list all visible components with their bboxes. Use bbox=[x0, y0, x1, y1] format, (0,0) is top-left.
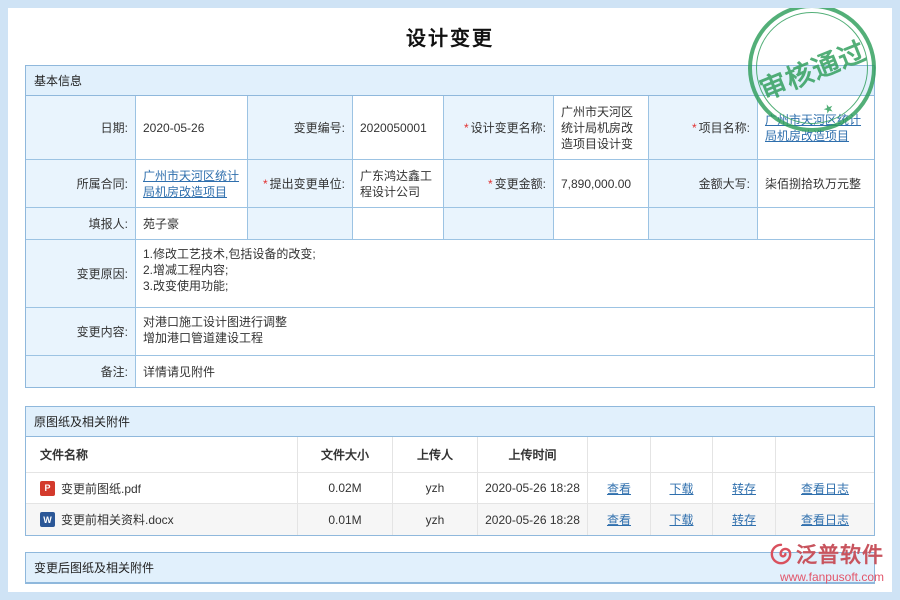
date-value: 2020-05-26 bbox=[136, 96, 248, 160]
empty-cell bbox=[554, 208, 649, 240]
project-name-value: 广州市天河区统计局机房改造项目 bbox=[758, 96, 874, 160]
change-unit-label: *提出变更单位: bbox=[248, 160, 353, 208]
main-panel: 设计变更 基本信息 日期: 2020-05-26 变更编号: 202005000… bbox=[8, 8, 892, 592]
empty-cell bbox=[758, 208, 874, 240]
change-reason-value: 1.修改工艺技术,包括设备的改变; 2.增减工程内容; 3.改变使用功能; bbox=[136, 240, 874, 308]
file-upload-time: 2020-05-26 18:28 bbox=[478, 473, 588, 504]
remark-label: 备注: bbox=[26, 356, 136, 387]
change-reason-label: 变更原因: bbox=[26, 240, 136, 308]
required-asterisk: * bbox=[263, 177, 268, 191]
col-action-4 bbox=[776, 437, 874, 473]
design-change-name-label: *设计变更名称: bbox=[444, 96, 554, 160]
save-as-link[interactable]: 转存 bbox=[732, 511, 756, 528]
word-file-icon: W bbox=[40, 512, 55, 527]
attachments-table: 文件名称 文件大小 上传人 上传时间 P 变更前图纸.pdf 0.02M yzh… bbox=[26, 437, 874, 535]
col-action-2 bbox=[651, 437, 713, 473]
design-change-name-value: 广州市天河区统计局机房改造项目设计变 bbox=[554, 96, 649, 160]
project-name-label: *项目名称: bbox=[649, 96, 758, 160]
file-uploader: yzh bbox=[393, 473, 478, 504]
remark-value: 详情请见附件 bbox=[136, 356, 874, 387]
empty-cell bbox=[248, 208, 353, 240]
change-unit-value: 广东鸿达鑫工程设计公司 bbox=[353, 160, 444, 208]
change-amount-value: 7,890,000.00 bbox=[554, 160, 649, 208]
contract-link[interactable]: 广州市天河区统计局机房改造项目 bbox=[143, 168, 240, 200]
download-link[interactable]: 下载 bbox=[669, 511, 693, 528]
col-action-3 bbox=[713, 437, 776, 473]
required-asterisk: * bbox=[464, 121, 469, 135]
download-link[interactable]: 下载 bbox=[669, 480, 693, 497]
basic-info-section-header: 基本信息 bbox=[26, 66, 874, 96]
table-row-file-name: P 变更前图纸.pdf bbox=[26, 473, 298, 504]
view-link[interactable]: 查看 bbox=[607, 480, 631, 497]
attachments-after-section: 变更后图纸及相关附件 bbox=[25, 552, 875, 584]
date-label: 日期: bbox=[26, 96, 136, 160]
change-no-value: 2020050001 bbox=[353, 96, 444, 160]
view-log-link[interactable]: 查看日志 bbox=[801, 480, 849, 497]
file-size: 0.02M bbox=[298, 473, 393, 504]
file-name: 变更前相关资料.docx bbox=[61, 511, 174, 528]
attachments-before-section: 原图纸及相关附件 文件名称 文件大小 上传人 上传时间 P 变更前图纸.pdf … bbox=[25, 406, 875, 536]
contract-label: 所属合同: bbox=[26, 160, 136, 208]
empty-cell bbox=[649, 208, 758, 240]
file-size: 0.01M bbox=[298, 504, 393, 535]
basic-info-section: 基本信息 日期: 2020-05-26 变更编号: 2020050001 *设计… bbox=[25, 65, 875, 388]
col-file-size: 文件大小 bbox=[298, 437, 393, 473]
reporter-value: 苑子豪 bbox=[136, 208, 248, 240]
col-action-1 bbox=[588, 437, 651, 473]
attachments-after-header: 变更后图纸及相关附件 bbox=[26, 553, 874, 583]
table-row-file-name: W 变更前相关资料.docx bbox=[26, 504, 298, 535]
view-log-link[interactable]: 查看日志 bbox=[801, 511, 849, 528]
project-name-link[interactable]: 广州市天河区统计局机房改造项目 bbox=[765, 112, 867, 144]
empty-cell bbox=[444, 208, 554, 240]
file-upload-time: 2020-05-26 18:28 bbox=[478, 504, 588, 535]
change-content-value: 对港口施工设计图进行调整 增加港口管道建设工程 bbox=[136, 308, 874, 356]
pdf-file-icon: P bbox=[40, 481, 55, 496]
save-as-link[interactable]: 转存 bbox=[732, 480, 756, 497]
file-uploader: yzh bbox=[393, 504, 478, 535]
required-asterisk: * bbox=[692, 121, 697, 135]
change-content-label: 变更内容: bbox=[26, 308, 136, 356]
amount-capital-label: 金额大写: bbox=[649, 160, 758, 208]
col-file-name: 文件名称 bbox=[26, 437, 298, 473]
amount-capital-value: 柒佰捌拾玖万元整 bbox=[758, 160, 874, 208]
col-upload-time: 上传时间 bbox=[478, 437, 588, 473]
footer-brand: 泛普软件 www.fanpusoft.com bbox=[770, 539, 884, 584]
contract-value: 广州市天河区统计局机房改造项目 bbox=[136, 160, 248, 208]
view-link[interactable]: 查看 bbox=[607, 511, 631, 528]
brand-name: 泛普软件 bbox=[796, 539, 884, 569]
basic-info-table: 日期: 2020-05-26 变更编号: 2020050001 *设计变更名称:… bbox=[26, 96, 874, 387]
col-uploader: 上传人 bbox=[393, 437, 478, 473]
change-no-label: 变更编号: bbox=[248, 96, 353, 160]
reporter-label: 填报人: bbox=[26, 208, 136, 240]
file-name: 变更前图纸.pdf bbox=[61, 480, 141, 497]
required-asterisk: * bbox=[488, 177, 493, 191]
brand-url: www.fanpusoft.com bbox=[770, 570, 884, 584]
page-title: 设计变更 bbox=[8, 8, 892, 51]
fanpu-logo-icon bbox=[770, 543, 792, 565]
empty-cell bbox=[353, 208, 444, 240]
attachments-before-header: 原图纸及相关附件 bbox=[26, 407, 874, 437]
change-amount-label: *变更金额: bbox=[444, 160, 554, 208]
